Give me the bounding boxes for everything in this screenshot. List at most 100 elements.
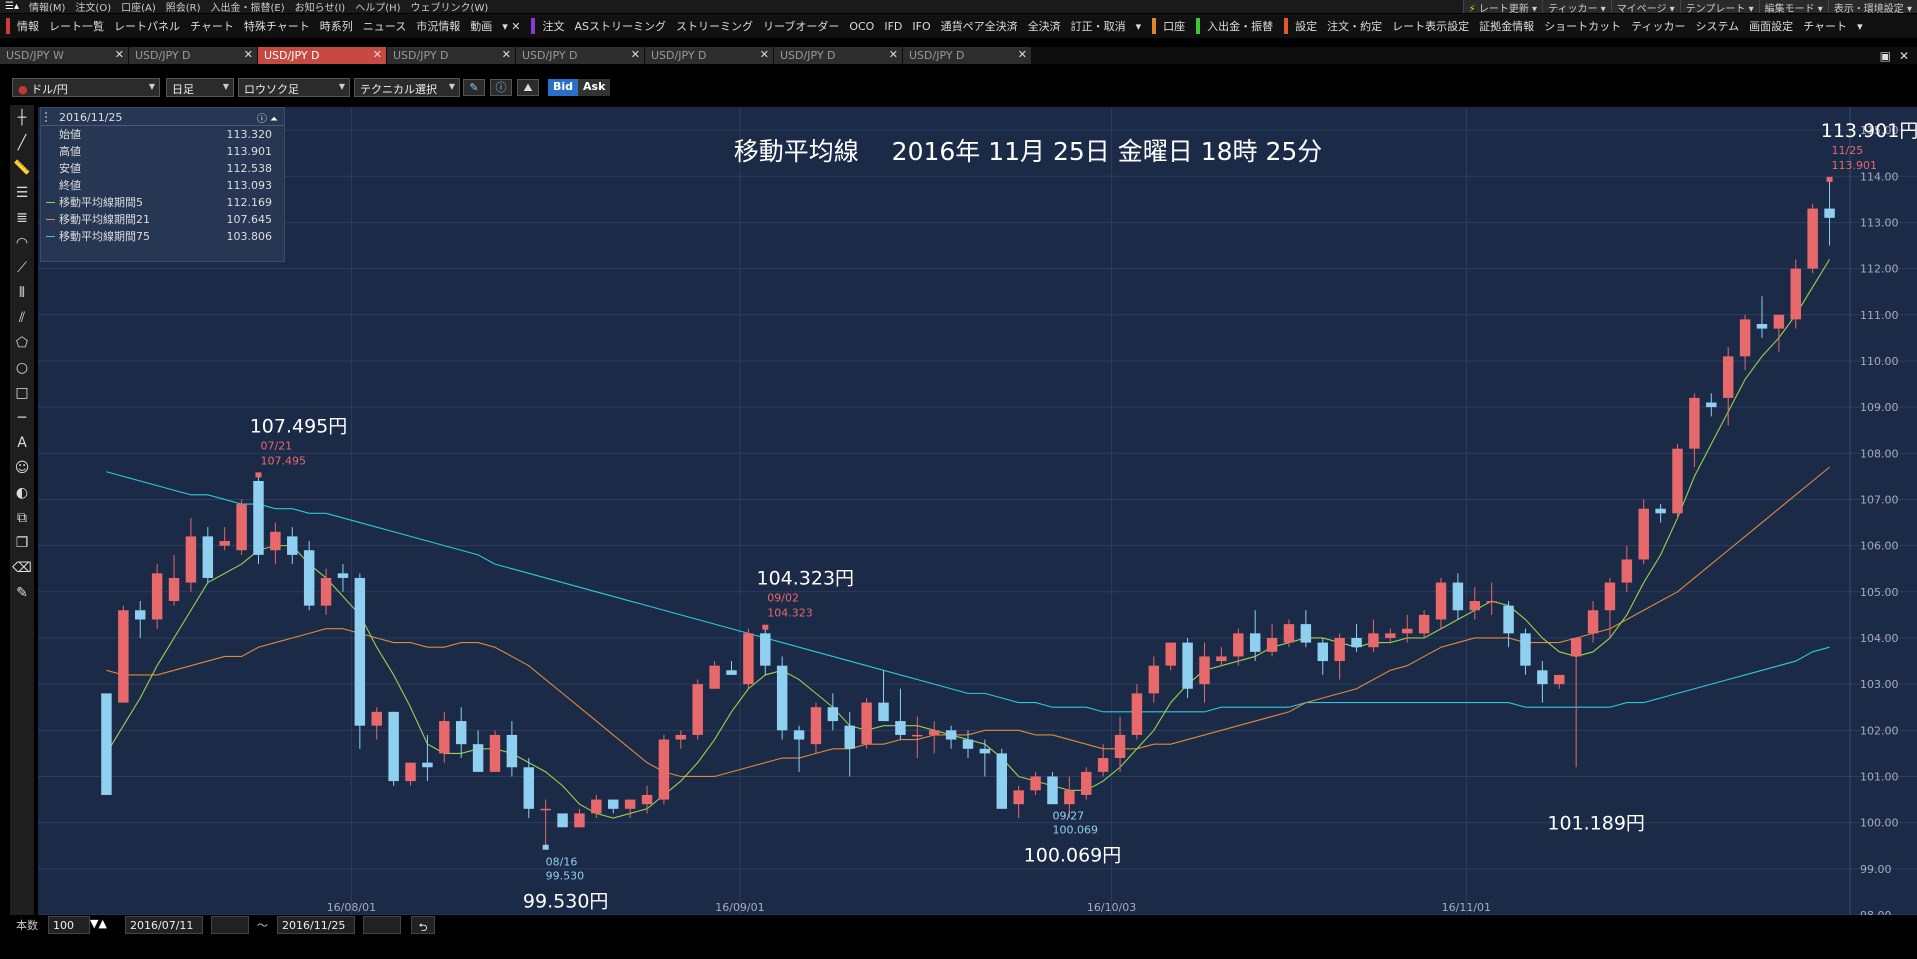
tb-streaming[interactable]: ストリーミング <box>671 18 758 34</box>
tab-usdjpy-d-5[interactable]: USD/JPY D ✕ <box>645 47 773 64</box>
tb-ifd[interactable]: IFD <box>879 20 907 33</box>
menu-account[interactable]: 口座(A) <box>116 0 161 13</box>
display-settings-menu[interactable]: 表示・環境設定 ▾ <box>1827 0 1917 13</box>
eraser-icon[interactable]: ⌫ <box>10 555 34 580</box>
tb-more-3-icon[interactable]: ▾ <box>1852 20 1868 33</box>
tb-ifo[interactable]: IFO <box>907 20 935 33</box>
pencil-icon[interactable]: ✎ <box>463 79 485 96</box>
tb-market-info[interactable]: 市況情報 <box>411 18 465 34</box>
app-menu-icon[interactable]: ☰▴ <box>0 1 24 12</box>
close-icon[interactable]: ✕ <box>244 48 253 61</box>
ticker-menu[interactable]: ティッカー ▾ <box>1542 0 1611 13</box>
tb-chart-settings[interactable]: チャート <box>1798 18 1852 34</box>
close-icon[interactable]: ✕ <box>115 48 124 61</box>
menu-help[interactable]: ヘルプ(H) <box>350 0 405 13</box>
tab-usdjpy-w[interactable]: USD/JPY W ✕ <box>0 47 128 64</box>
from-date-input[interactable]: 2016/07/11 <box>125 916 203 934</box>
chart-canvas[interactable]: 98.0099.00100.00101.00102.00103.00104.00… <box>38 107 1917 915</box>
copy-icon[interactable]: ⧉ <box>10 505 34 530</box>
circle-icon[interactable]: ○ <box>10 355 34 380</box>
tb-news[interactable]: ニュース <box>358 18 411 34</box>
bar-count-stepper[interactable]: ▼▲ <box>90 917 107 930</box>
bid-button[interactable]: Bid <box>548 79 579 96</box>
tb-margin-info[interactable]: 証拠金情報 <box>1474 18 1539 34</box>
close-window-icon[interactable]: ✕ <box>1899 49 1909 63</box>
bid-ask-toggle[interactable]: Bid Ask <box>548 79 611 96</box>
tb-shortcut[interactable]: ショートカット <box>1539 18 1626 34</box>
crosshair-icon[interactable]: ┼ <box>10 105 34 130</box>
vertical-lines-icon[interactable]: ⦀ <box>10 280 34 305</box>
tb-deposit[interactable]: 入出金・振替 <box>1202 18 1278 34</box>
tb-leave-order[interactable]: リーブオーダー <box>758 18 844 34</box>
currency-pair-select[interactable]: ● ドル/円 <box>12 78 160 97</box>
edit-mode-menu[interactable]: 編集モード ▾ <box>1758 0 1828 13</box>
rate-update-menu[interactable]: ⚡ レート更新 ▾ <box>1462 0 1543 13</box>
tb-all-settle[interactable]: 全決済 <box>1023 18 1066 34</box>
menu-weblink[interactable]: ウェブリンク(W) <box>406 0 494 13</box>
from-time-input[interactable] <box>211 916 249 934</box>
tb-screen-settings[interactable]: 画面設定 <box>1744 18 1798 34</box>
tb-pair-settle[interactable]: 通貨ペア全決済 <box>936 18 1023 34</box>
tab-usdjpy-d-7[interactable]: USD/JPY D ✕ <box>903 47 1031 64</box>
template-menu[interactable]: テンプレート ▾ <box>1679 0 1759 13</box>
close-icon[interactable]: ✕ <box>631 48 640 61</box>
tb-ticker[interactable]: ティッカー <box>1626 18 1690 34</box>
channel-icon[interactable]: ⫽ <box>10 305 34 330</box>
text-icon[interactable]: A <box>10 430 34 455</box>
magnet-icon[interactable]: ◐ <box>10 480 34 505</box>
tab-usdjpy-d-1[interactable]: USD/JPY D ✕ <box>129 47 257 64</box>
mypage-menu[interactable]: マイページ ▾ <box>1610 0 1680 13</box>
to-date-input[interactable]: 2016/11/25 <box>277 916 355 934</box>
fan-icon[interactable]: ⟋ <box>10 255 34 280</box>
trendline-icon[interactable]: ╱ <box>10 130 34 155</box>
tb-as-streaming[interactable]: ASストリーミング <box>569 18 671 34</box>
horizontal-lines-icon[interactable]: ☰ <box>10 180 34 205</box>
return-icon[interactable]: ⮌ <box>411 916 435 934</box>
menu-inquiry[interactable]: 照会(R) <box>161 0 206 13</box>
menu-info[interactable]: 情報(M) <box>24 0 70 13</box>
tab-usdjpy-d-6[interactable]: USD/JPY D ✕ <box>774 47 902 64</box>
menu-deposit[interactable]: 入出金・振替(E) <box>206 0 290 13</box>
tb-timeseries[interactable]: 時系列 <box>315 18 358 34</box>
tb-account[interactable]: 口座 <box>1158 18 1190 34</box>
close-icon[interactable]: ✕ <box>1018 48 1027 61</box>
close-icon[interactable]: ✕ <box>373 48 382 61</box>
ruler-icon[interactable]: 📏 <box>10 155 34 180</box>
tb-rate-display[interactable]: レート表示設定 <box>1387 18 1474 34</box>
arc-icon[interactable]: ◠ <box>10 230 34 255</box>
tb-info[interactable]: 情報 <box>12 18 44 34</box>
tb-order[interactable]: 注文 <box>537 18 569 34</box>
pentagon-icon[interactable]: ⬠ <box>10 330 34 355</box>
ohlc-info-panel[interactable]: 2016/11/25 ⓘ ⏶ 始値 113.320 高値 113.901 安値 112… <box>40 107 285 262</box>
close-icon[interactable]: ✕ <box>760 48 769 61</box>
tb-order-fill[interactable]: 注文・約定 <box>1322 18 1387 34</box>
tb-video[interactable]: 動画 <box>465 18 497 34</box>
tb-rate-list[interactable]: レート一覧 <box>44 18 109 34</box>
close-icon[interactable]: ✕ <box>889 48 898 61</box>
fibonacci-icon[interactable]: ≣ <box>10 205 34 230</box>
tab-usdjpy-d-4[interactable]: USD/JPY D ✕ <box>516 47 644 64</box>
maximize-icon[interactable]: ▣ <box>1880 49 1891 63</box>
tb-oco[interactable]: OCO <box>844 20 879 33</box>
tab-usdjpy-d-active[interactable]: USD/JPY D ✕ <box>258 47 386 64</box>
ask-button[interactable]: Ask <box>578 79 611 96</box>
tab-usdjpy-d-3[interactable]: USD/JPY D ✕ <box>387 47 515 64</box>
paste-icon[interactable]: ❐ <box>10 530 34 555</box>
info-icon[interactable]: ⓘ <box>490 79 512 96</box>
chart-view-icon[interactable]: ⛰ <box>517 79 539 96</box>
tb-system[interactable]: システム <box>1691 18 1745 34</box>
tb-rate-panel[interactable]: レートパネル <box>109 18 185 34</box>
rectangle-icon[interactable]: □ <box>10 380 34 405</box>
tb-modify-cancel[interactable]: 訂正・取消 <box>1066 18 1131 34</box>
tb-more-1-icon[interactable]: ▾ ✕ <box>497 20 525 33</box>
close-icon[interactable]: ✕ <box>502 48 511 61</box>
price-chart[interactable]: 98.0099.00100.00101.00102.00103.00104.00… <box>38 107 1917 915</box>
menu-notice[interactable]: お知らせ(I) <box>290 0 351 13</box>
menu-order[interactable]: 注文(O) <box>70 0 116 13</box>
info-panel-header[interactable]: 2016/11/25 ⓘ ⏶ <box>41 108 284 126</box>
tb-special-chart[interactable]: 特殊チャート <box>239 18 315 34</box>
technical-select[interactable]: テクニカル選択 <box>354 78 460 97</box>
emoji-icon[interactable]: ☺ <box>10 455 34 480</box>
timeframe-select[interactable]: 日足 <box>166 78 234 97</box>
tb-chart[interactable]: チャート <box>185 18 239 34</box>
